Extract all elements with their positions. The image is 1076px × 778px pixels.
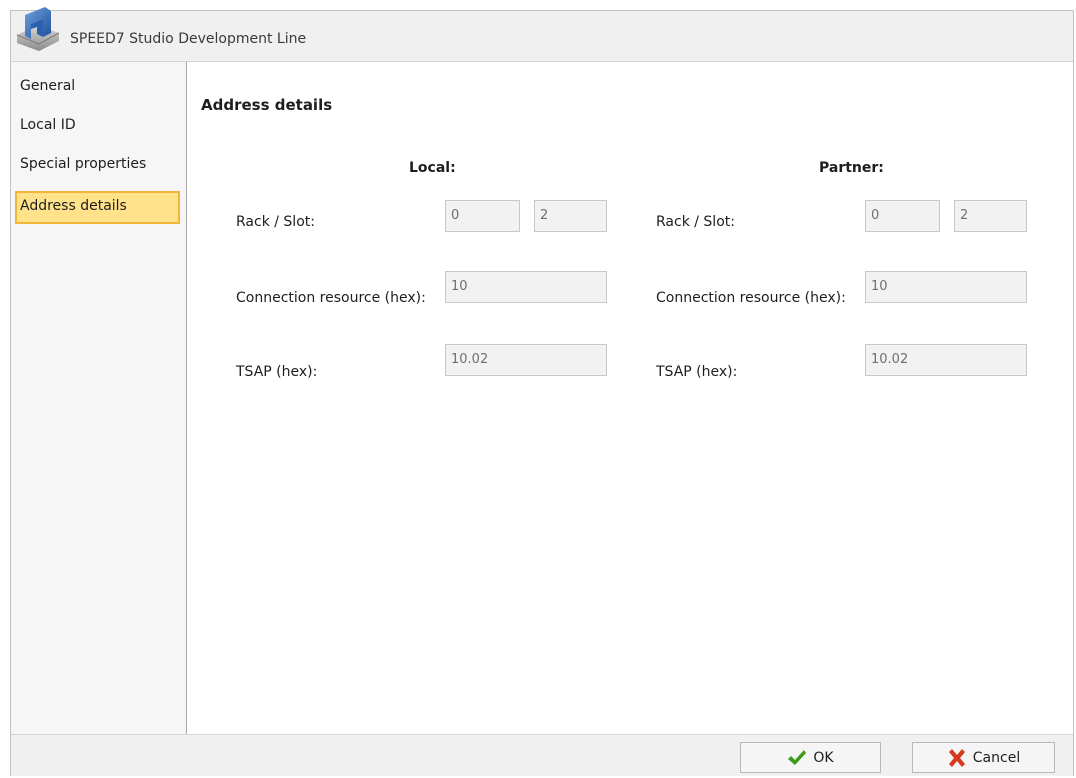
local-column-header: Local: (409, 160, 456, 176)
local-connection-resource-label: Connection resource (hex): (236, 290, 426, 306)
sidebar-nav: General Local ID Special properties Addr… (11, 62, 187, 734)
partner-slot-field[interactable]: 2 (954, 200, 1027, 232)
sidebar-item-general[interactable]: General (15, 71, 180, 104)
partner-connection-resource-label: Connection resource (hex): (656, 290, 846, 306)
main-panel: Address details Local: Rack / Slot: 0 2 … (187, 62, 1073, 734)
ok-button[interactable]: OK (740, 742, 881, 773)
partner-rack-field[interactable]: 0 (865, 200, 940, 232)
sidebar-item-local-id[interactable]: Local ID (15, 110, 180, 143)
cross-icon (948, 748, 965, 767)
partner-tsap-label: TSAP (hex): (656, 364, 738, 380)
speed7-logo-icon (16, 7, 60, 51)
local-rack-slot-label: Rack / Slot: (236, 214, 315, 230)
button-bar: OK Cancel (11, 734, 1073, 776)
local-slot-field[interactable]: 2 (534, 200, 607, 232)
partner-tsap-field[interactable]: 10.02 (865, 344, 1027, 376)
page-title: Address details (201, 96, 333, 114)
local-connection-resource-field[interactable]: 10 (445, 271, 607, 303)
local-tsap-field[interactable]: 10.02 (445, 344, 607, 376)
sidebar-item-special-properties[interactable]: Special properties (15, 149, 180, 182)
partner-rack-slot-label: Rack / Slot: (656, 214, 735, 230)
window-title: SPEED7 Studio Development Line (70, 31, 307, 47)
dialog-window: SPEED7 Studio Development Line General L… (10, 7, 1074, 776)
checkmark-icon (788, 749, 807, 765)
cancel-button[interactable]: Cancel (912, 742, 1055, 773)
partner-column-header: Partner: (819, 160, 884, 176)
ok-button-label: OK (813, 749, 834, 766)
title-bar: SPEED7 Studio Development Line (11, 7, 1073, 62)
local-rack-field[interactable]: 0 (445, 200, 520, 232)
cancel-button-label: Cancel (972, 749, 1021, 766)
local-tsap-label: TSAP (hex): (236, 364, 318, 380)
partner-connection-resource-field[interactable]: 10 (865, 271, 1027, 303)
sidebar-item-address-details[interactable]: Address details (15, 191, 180, 224)
